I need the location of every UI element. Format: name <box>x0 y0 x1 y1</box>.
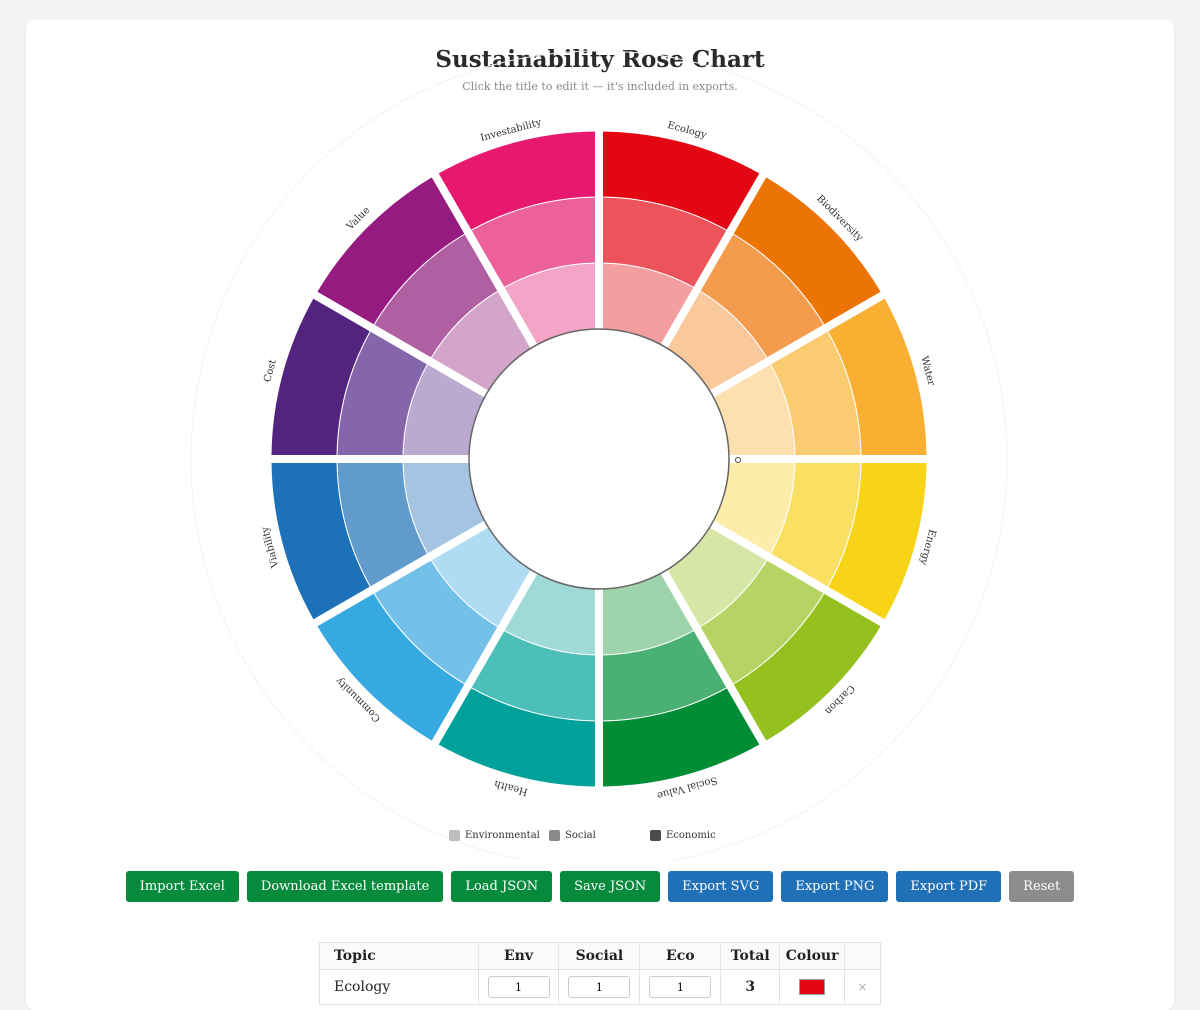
center-circle <box>468 328 730 590</box>
legend-swatch-environmental <box>449 830 460 841</box>
header-topic: Topic <box>319 942 479 970</box>
topic-label-water: Water <box>918 355 936 387</box>
header-total: Total <box>720 942 781 970</box>
cell-eco <box>639 969 722 1005</box>
eco-input[interactable] <box>649 976 712 998</box>
export-pdf-button[interactable]: Export PDF <box>896 871 1002 902</box>
export-png-button[interactable]: Export PNG <box>781 871 889 902</box>
load-json-button[interactable]: Load JSON <box>451 871 553 902</box>
topic-label-viability: Viability <box>260 525 282 570</box>
legend-label-social: Social <box>565 830 596 841</box>
rotate-handle[interactable] <box>735 457 741 463</box>
reset-button[interactable]: Reset <box>1009 871 1075 902</box>
cell-remove: × <box>844 969 881 1005</box>
header-social: Social <box>558 942 641 970</box>
topic-label-energy: Energy <box>917 528 937 566</box>
toolbar: Import Excel Download Excel template Loa… <box>0 871 1200 902</box>
legend: Environmental Social Economic <box>0 830 1200 844</box>
legend-item-economic: Economic <box>650 830 716 841</box>
save-json-button[interactable]: Save JSON <box>560 871 661 902</box>
row-topic: Ecology <box>319 969 479 1005</box>
download-template-button[interactable]: Download Excel template <box>246 871 444 902</box>
header-actions <box>844 942 881 970</box>
topic-label-cost: Cost <box>262 359 279 384</box>
social-input[interactable] <box>568 976 631 998</box>
legend-item-environmental: Environmental <box>449 830 540 841</box>
topic-label-ecology: Ecology <box>666 120 708 141</box>
table-row: Ecology 3 × <box>319 969 881 1005</box>
topics-table: Topic Env Social Eco Total Colour Ecolog… <box>319 942 881 1005</box>
export-svg-button[interactable]: Export SVG <box>668 871 774 902</box>
legend-swatch-social <box>549 830 560 841</box>
legend-label-environmental: Environmental <box>465 830 540 841</box>
legend-item-social: Social <box>549 830 596 841</box>
cell-colour <box>779 969 846 1005</box>
cell-social <box>558 969 641 1005</box>
cell-env <box>477 969 560 1005</box>
remove-row-icon[interactable]: × <box>858 980 868 994</box>
header-colour: Colour <box>779 942 846 970</box>
env-input[interactable] <box>487 976 550 998</box>
import-excel-button[interactable]: Import Excel <box>125 871 239 902</box>
rose-chart: EcologyBiodiversityWaterEnergyCarbonSoci… <box>190 50 1008 860</box>
topic-label-health: Health <box>492 778 528 798</box>
table-header-row: Topic Env Social Eco Total Colour <box>319 942 881 970</box>
legend-swatch-economic <box>650 830 661 841</box>
colour-picker[interactable] <box>799 979 826 995</box>
header-eco: Eco <box>639 942 722 970</box>
header-env: Env <box>477 942 560 970</box>
legend-label-economic: Economic <box>666 830 716 841</box>
row-total: 3 <box>720 969 781 1005</box>
